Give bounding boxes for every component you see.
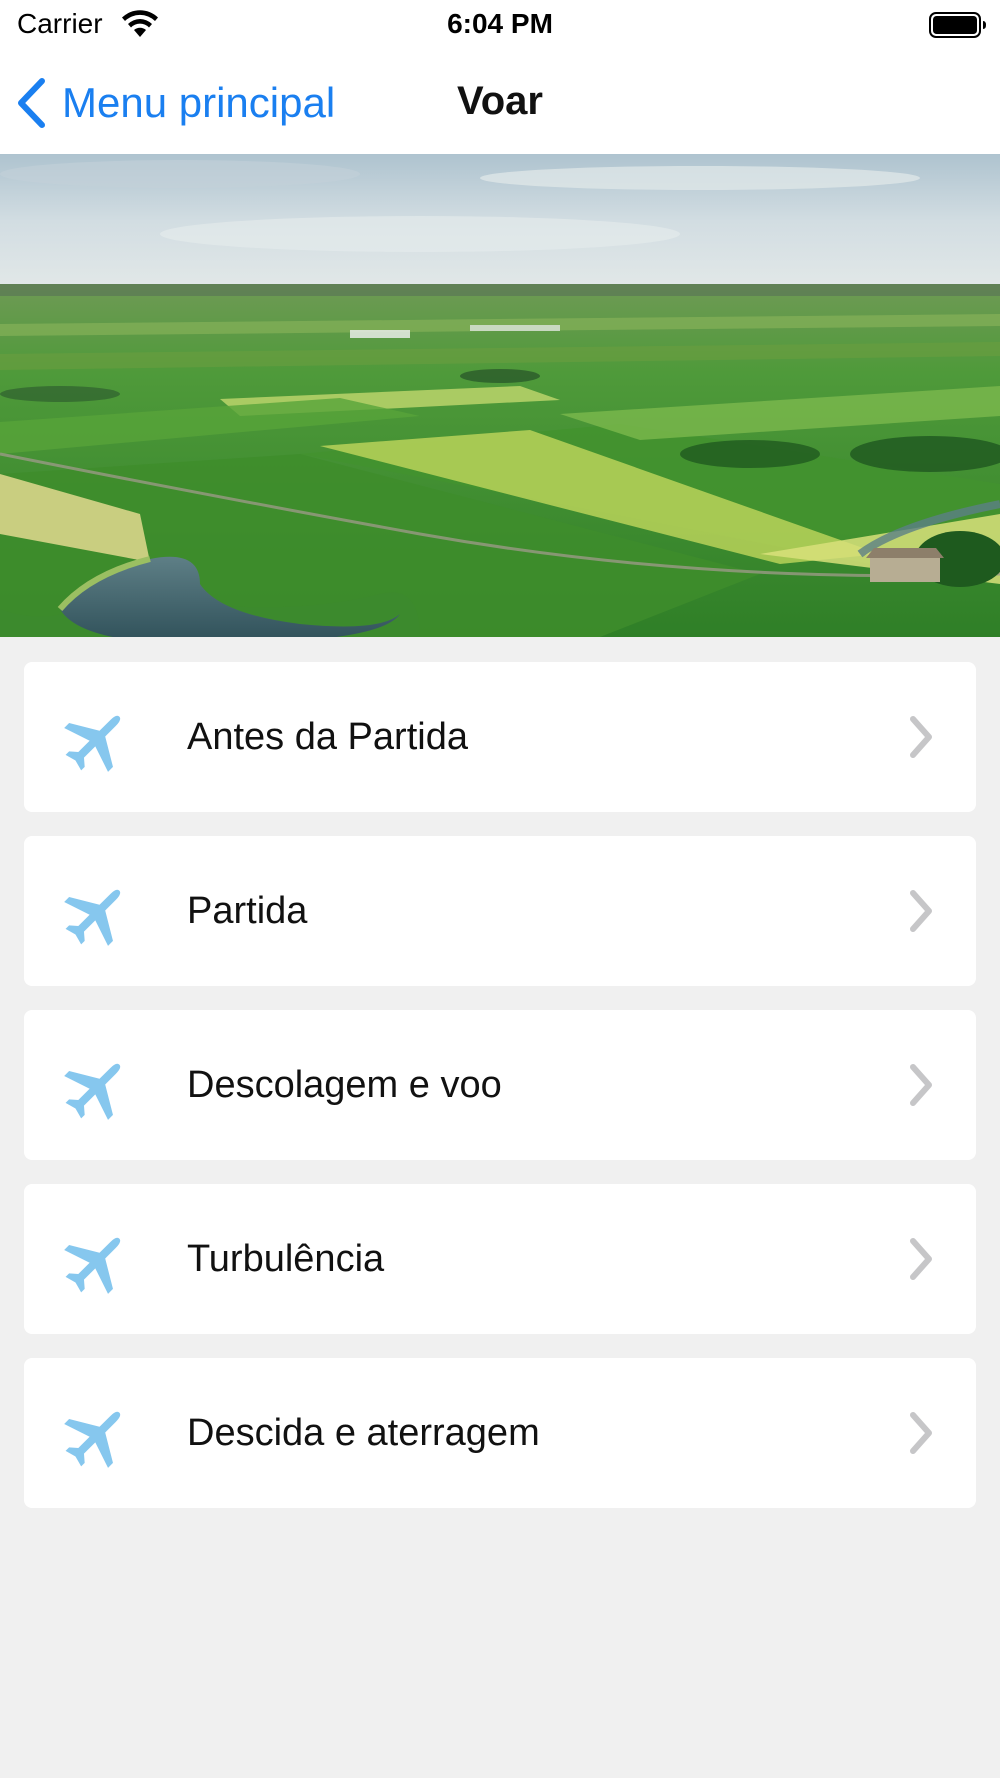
- menu-item-label: Descida e aterragem: [187, 1412, 540, 1454]
- status-time: 6:04 PM: [447, 8, 553, 39]
- chevron-right-icon: [910, 1412, 932, 1454]
- menu-item-turbulencia[interactable]: Turbulência: [24, 1184, 976, 1334]
- menu-item-label: Descolagem e voo: [187, 1064, 502, 1106]
- navigation-bar: Menu principal Voar: [0, 52, 1000, 154]
- airplane-icon: [64, 889, 121, 946]
- airplane-icon: [64, 1411, 121, 1468]
- menu-item-descolagem-e-voo[interactable]: Descolagem e voo: [24, 1010, 976, 1160]
- hero-image: [0, 154, 1000, 637]
- menu-item-descida-e-aterragem[interactable]: Descida e aterragem: [24, 1358, 976, 1508]
- chevron-right-icon: [910, 1238, 932, 1280]
- menu-item-label: Turbulência: [187, 1238, 385, 1280]
- chevron-right-icon: [910, 890, 932, 932]
- menu-item-antes-da-partida[interactable]: Antes da Partida: [24, 662, 976, 812]
- menu-item-partida[interactable]: Partida: [24, 836, 976, 986]
- page-title: Voar: [457, 79, 543, 123]
- battery-icon: [929, 12, 986, 38]
- airplane-icon: [64, 715, 121, 772]
- menu-item-label: Antes da Partida: [187, 716, 468, 758]
- status-bar: Carrier 6:04 PM: [0, 0, 1000, 52]
- chevron-right-icon: [910, 1064, 932, 1106]
- menu-list: Antes da Partida Partida Descolagem e vo…: [24, 662, 976, 1532]
- airplane-icon: [64, 1237, 121, 1294]
- chevron-right-icon: [910, 716, 932, 758]
- menu-item-label: Partida: [187, 890, 308, 932]
- airplane-icon: [64, 1063, 121, 1120]
